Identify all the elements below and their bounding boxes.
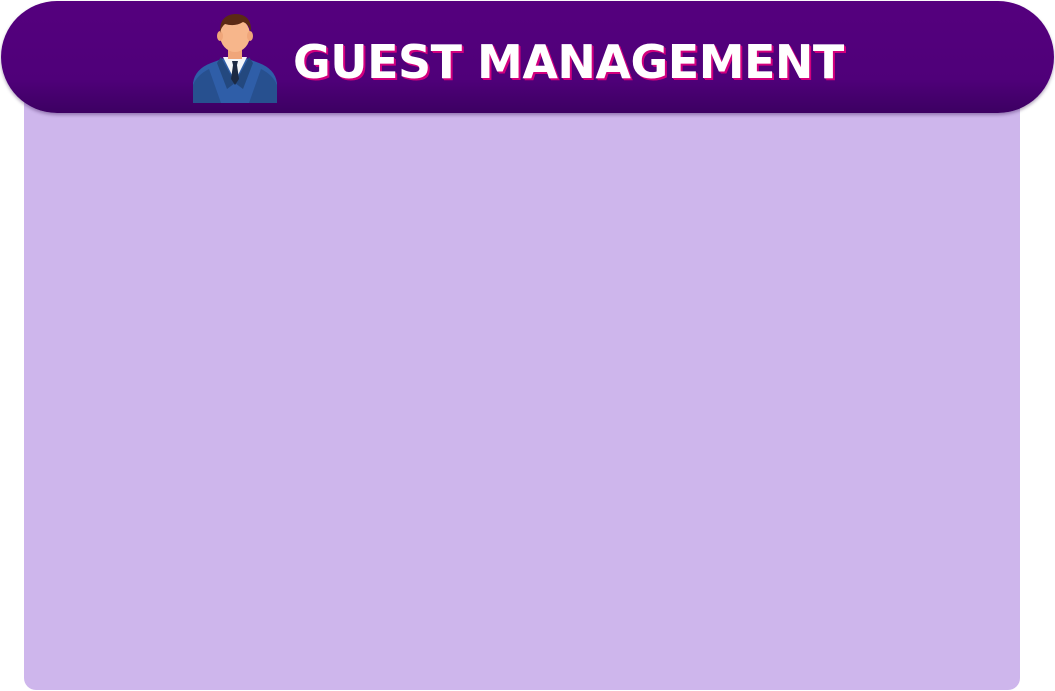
businessman-avatar-icon	[191, 5, 279, 103]
content-panel	[24, 70, 1020, 690]
page-title: GUEST MANAGEMENT	[293, 35, 844, 89]
header-bar: GUEST MANAGEMENT	[1, 1, 1054, 113]
